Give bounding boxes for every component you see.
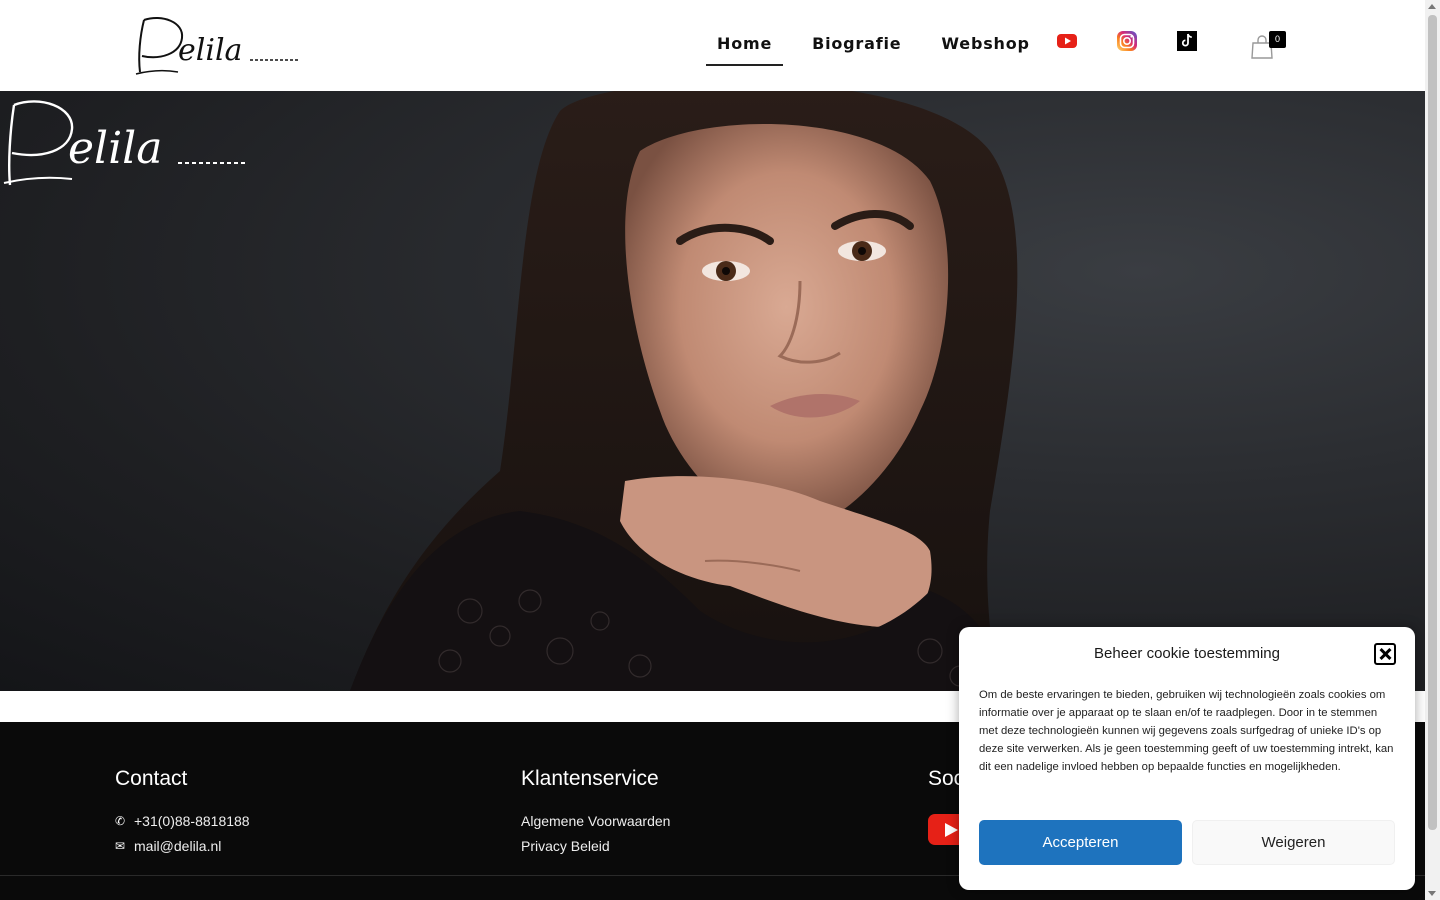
scroll-up-arrow-icon[interactable] bbox=[1428, 4, 1436, 9]
footer-link-privacy[interactable]: Privacy Beleid bbox=[521, 833, 670, 858]
cookie-consent-dialog: Beheer cookie toestemming Om de beste er… bbox=[959, 627, 1415, 890]
footer-phone-text: +31(0)88-8818188 bbox=[134, 812, 250, 829]
footer-phone[interactable]: ✆ +31(0)88-8818188 bbox=[115, 808, 250, 833]
mail-icon: ✉ bbox=[115, 838, 126, 853]
youtube-icon[interactable] bbox=[1056, 30, 1078, 52]
delila-logo[interactable]: elila bbox=[132, 12, 300, 78]
scroll-down-arrow-icon[interactable] bbox=[1428, 891, 1436, 896]
page-scrollbar[interactable] bbox=[1425, 0, 1440, 900]
deny-button[interactable]: Weigeren bbox=[1192, 820, 1395, 865]
footer-contact-heading: Contact bbox=[115, 767, 188, 790]
main-nav: Home Biografie Webshop bbox=[706, 24, 1059, 66]
footer-service: Klantenservice Algemene Voorwaarden Priv… bbox=[521, 767, 670, 858]
close-icon[interactable] bbox=[1374, 643, 1396, 665]
nav-webshop[interactable]: Webshop bbox=[930, 24, 1040, 66]
cookie-message: Om de beste ervaringen te bieden, gebrui… bbox=[979, 689, 1394, 773]
accept-button[interactable]: Accepteren bbox=[979, 820, 1182, 865]
nav-biografie[interactable]: Biografie bbox=[801, 24, 912, 66]
footer-email-text: mail@delila.nl bbox=[134, 837, 222, 854]
phone-icon: ✆ bbox=[115, 813, 126, 828]
svg-text:elila: elila bbox=[178, 33, 242, 68]
nav-home[interactable]: Home bbox=[706, 24, 784, 66]
footer-contact: Contact ✆ +31(0)88-8818188 ✉ mail@delila… bbox=[115, 767, 250, 858]
scroll-thumb[interactable] bbox=[1428, 15, 1437, 830]
cart-button[interactable]: 0 bbox=[1250, 30, 1288, 60]
cart-count-badge: 0 bbox=[1269, 31, 1286, 48]
footer-service-heading: Klantenservice bbox=[521, 767, 659, 790]
site-header: elila Home Biografie Webshop 0 bbox=[0, 0, 1425, 91]
footer-email[interactable]: ✉ mail@delila.nl bbox=[115, 833, 250, 858]
instagram-icon[interactable] bbox=[1116, 30, 1138, 52]
svg-text:elila: elila bbox=[68, 123, 163, 174]
hero-signature-logo: elila bbox=[3, 100, 246, 186]
hero-image: elila bbox=[0, 91, 1425, 691]
tiktok-icon[interactable] bbox=[1176, 30, 1198, 52]
footer-link-voorwaarden[interactable]: Algemene Voorwaarden bbox=[521, 808, 670, 833]
cookie-title: Beheer cookie toestemming bbox=[1094, 645, 1280, 662]
